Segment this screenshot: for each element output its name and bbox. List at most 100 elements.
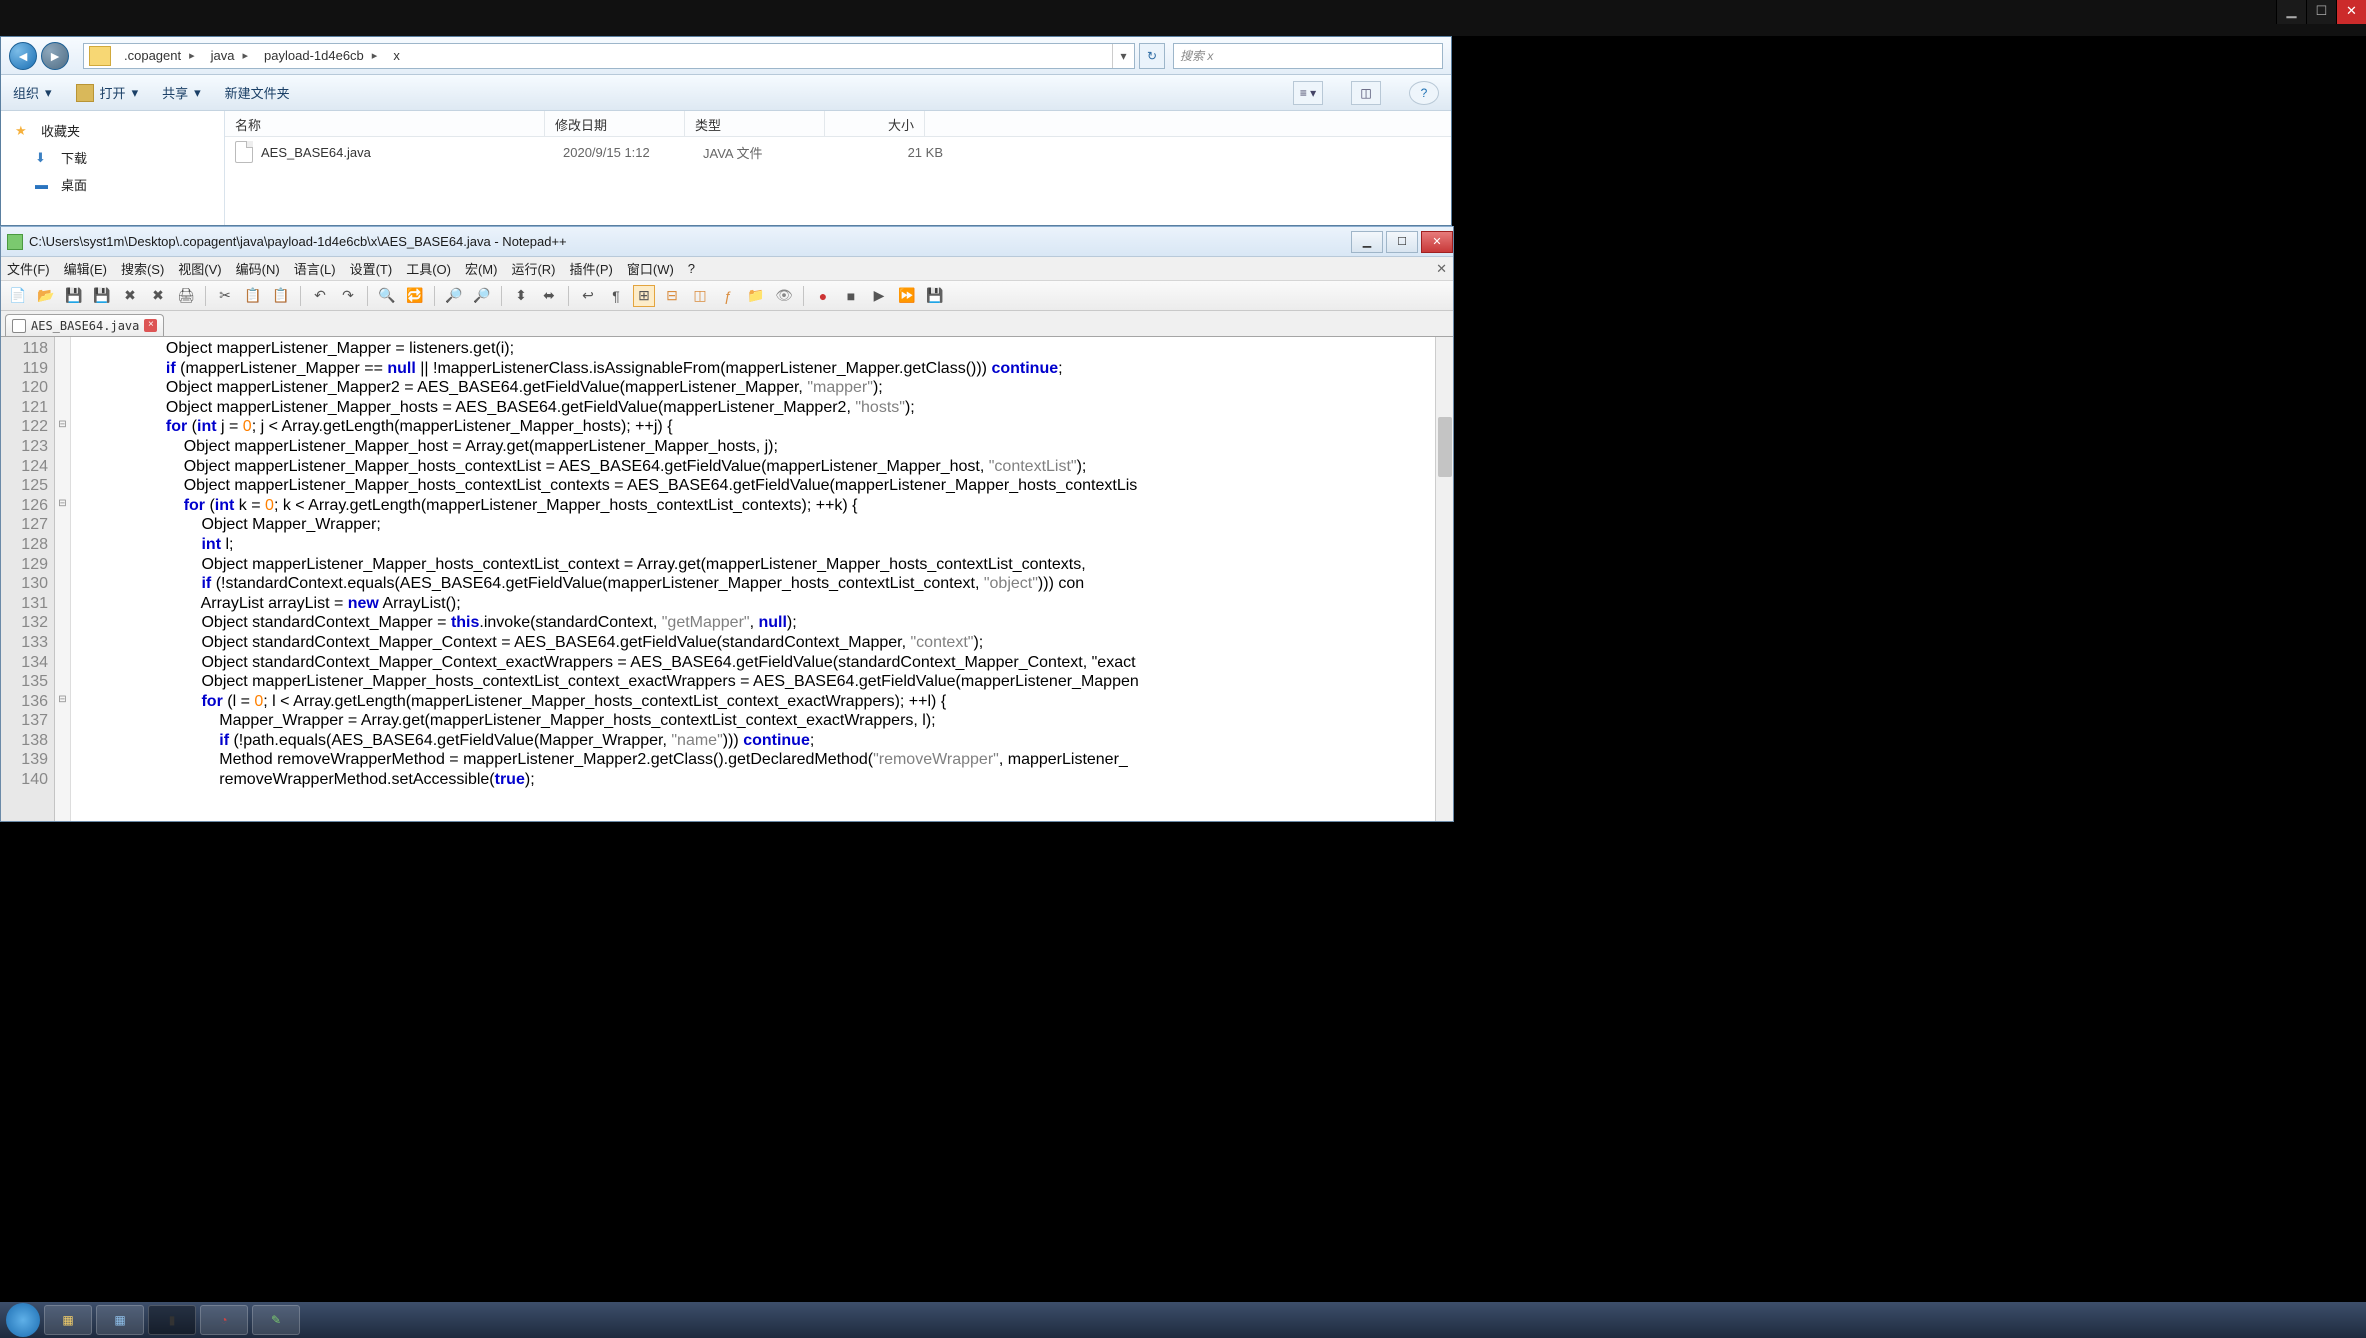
preview-pane-button[interactable]: ◫ (1351, 81, 1381, 105)
sync-h-icon[interactable]: ⬌ (538, 285, 560, 307)
taskbar-app-3[interactable]: ▮ (148, 1305, 196, 1335)
sidebar-favorites[interactable]: ★收藏夹 (1, 117, 224, 144)
help-button[interactable]: ? (1409, 81, 1439, 105)
save-all-icon[interactable]: 💾 (91, 285, 113, 307)
menu-edit[interactable]: 编辑(E) (64, 259, 107, 278)
menu-help[interactable]: ? (688, 261, 695, 276)
new-folder-button[interactable]: 新建文件夹 (225, 83, 290, 102)
breadcrumb-java[interactable]: java (203, 44, 256, 68)
menu-settings[interactable]: 设置(T) (350, 259, 393, 278)
zoom-out-icon[interactable]: 🔎 (471, 285, 493, 307)
address-bar[interactable]: .copagent java payload-1d4e6cb x ▾ (83, 43, 1135, 69)
show-all-icon[interactable]: ¶ (605, 285, 627, 307)
taskbar-app-5[interactable]: ✎ (252, 1305, 300, 1335)
tab-aes-base64[interactable]: AES_BASE64.java × (5, 314, 164, 336)
col-date[interactable]: 修改日期 (545, 111, 685, 136)
npp-maximize-button[interactable]: ☐ (1386, 231, 1418, 253)
undo-icon[interactable]: ↶ (309, 285, 331, 307)
monitor-icon[interactable]: 👁 (773, 285, 795, 307)
wrap-icon[interactable]: ↩ (577, 285, 599, 307)
cut-icon[interactable]: ✂ (214, 285, 236, 307)
share-button[interactable]: 共享 ▾ (162, 83, 201, 102)
taskbar-app-1[interactable]: ▦ (44, 1305, 92, 1335)
breadcrumb-x[interactable]: x (385, 44, 416, 68)
taskbar-app-2[interactable]: ▦ (96, 1305, 144, 1335)
menu-macro[interactable]: 宏(M) (465, 259, 498, 278)
menu-encoding[interactable]: 编码(N) (236, 259, 280, 278)
explorer-window: ◄ ► .copagent java payload-1d4e6cb x ▾ ↻… (0, 36, 1452, 226)
save-icon[interactable]: 💾 (63, 285, 85, 307)
menu-language[interactable]: 语言(L) (294, 259, 336, 278)
nav-back-button[interactable]: ◄ (9, 42, 37, 70)
new-file-icon[interactable]: 📄 (7, 285, 29, 307)
npp-titlebar[interactable]: C:\Users\syst1m\Desktop\.copagent\java\p… (1, 227, 1453, 257)
npp-app-icon (7, 234, 23, 250)
menu-search[interactable]: 搜索(S) (121, 259, 164, 278)
taskbar-app-4[interactable]: ◔ (200, 1305, 248, 1335)
breadcrumb-copagent[interactable]: .copagent (116, 44, 203, 68)
indent-guide-icon[interactable]: ⊞ (633, 285, 655, 307)
close-all-icon[interactable]: ✖ (147, 285, 169, 307)
play-multi-icon[interactable]: ⏩ (896, 285, 918, 307)
nav-forward-button[interactable]: ► (41, 42, 69, 70)
menu-tools[interactable]: 工具(O) (406, 259, 451, 278)
code-area[interactable]: Object mapperListener_Mapper = listeners… (71, 337, 1453, 821)
copy-icon[interactable]: 📋 (242, 285, 264, 307)
find-icon[interactable]: 🔍 (376, 285, 398, 307)
npp-minimize-button[interactable]: ▁ (1351, 231, 1383, 253)
menu-window[interactable]: 窗口(W) (627, 259, 674, 278)
tab-close-icon[interactable]: × (144, 319, 157, 332)
search-input[interactable]: 搜索 x (1173, 43, 1443, 69)
menu-close-x[interactable]: ✕ (1436, 261, 1447, 277)
breadcrumb-payload[interactable]: payload-1d4e6cb (256, 44, 385, 68)
tab-state-icon (12, 319, 26, 333)
explorer-navbar: ◄ ► .copagent java payload-1d4e6cb x ▾ ↻… (1, 37, 1451, 75)
code-editor[interactable]: 1181191201211221231241251261271281291301… (1, 337, 1453, 821)
scrollbar-thumb[interactable] (1438, 417, 1452, 477)
menu-view[interactable]: 视图(V) (178, 259, 221, 278)
open-file-icon[interactable]: 📂 (35, 285, 57, 307)
save-macro-icon[interactable]: 💾 (924, 285, 946, 307)
taskbar: ▦ ▦ ▮ ◔ ✎ (0, 1302, 2366, 1338)
star-icon: ★ (15, 123, 33, 139)
npp-close-button[interactable]: ✕ (1421, 231, 1453, 253)
col-type[interactable]: 类型 (685, 111, 825, 136)
view-options-button[interactable]: ≡ ▾ (1293, 81, 1323, 105)
file-row[interactable]: AES_BASE64.java 2020/9/15 1:12 JAVA 文件 2… (225, 137, 1451, 167)
organize-button[interactable]: 组织 ▾ (13, 83, 52, 102)
bg-close-button[interactable]: ✕ (2336, 0, 2366, 24)
address-dropdown-icon[interactable]: ▾ (1112, 44, 1134, 68)
desktop-icon: ▬ (35, 177, 53, 193)
play-icon[interactable]: ▶ (868, 285, 890, 307)
menu-file[interactable]: 文件(F) (7, 259, 50, 278)
stop-icon[interactable]: ■ (840, 285, 862, 307)
menu-run[interactable]: 运行(R) (511, 259, 555, 278)
func-list-icon[interactable]: ƒ (717, 285, 739, 307)
paste-icon[interactable]: 📋 (270, 285, 292, 307)
menu-plugins[interactable]: 插件(P) (570, 259, 613, 278)
folder-icon (89, 46, 111, 66)
refresh-button[interactable]: ↻ (1139, 43, 1165, 69)
sync-v-icon[interactable]: ⬍ (510, 285, 532, 307)
record-icon[interactable]: ● (812, 285, 834, 307)
replace-icon[interactable]: 🔁 (404, 285, 426, 307)
col-name[interactable]: 名称 (225, 111, 545, 136)
zoom-in-icon[interactable]: 🔎 (443, 285, 465, 307)
vertical-scrollbar[interactable] (1435, 337, 1453, 821)
bg-minimize-button[interactable]: ▁ (2276, 0, 2306, 24)
sidebar-desktop[interactable]: ▬桌面 (1, 171, 224, 198)
fold-column[interactable]: ⊟⊟⊟ (55, 337, 71, 821)
redo-icon[interactable]: ↷ (337, 285, 359, 307)
start-button[interactable] (6, 1303, 40, 1337)
col-size[interactable]: 大小 (825, 111, 925, 136)
folder-icon[interactable]: 📁 (745, 285, 767, 307)
file-size: 21 KB (843, 145, 943, 160)
print-icon[interactable]: 🖨 (175, 285, 197, 307)
npp-tabbar: AES_BASE64.java × (1, 311, 1453, 337)
sidebar-downloads[interactable]: ⬇下载 (1, 144, 224, 171)
open-button[interactable]: 打开 ▾ (76, 83, 139, 102)
user-lang-icon[interactable]: ⊟ (661, 285, 683, 307)
doc-map-icon[interactable]: ◫ (689, 285, 711, 307)
bg-maximize-button[interactable]: ☐ (2306, 0, 2336, 24)
close-file-icon[interactable]: ✖ (119, 285, 141, 307)
